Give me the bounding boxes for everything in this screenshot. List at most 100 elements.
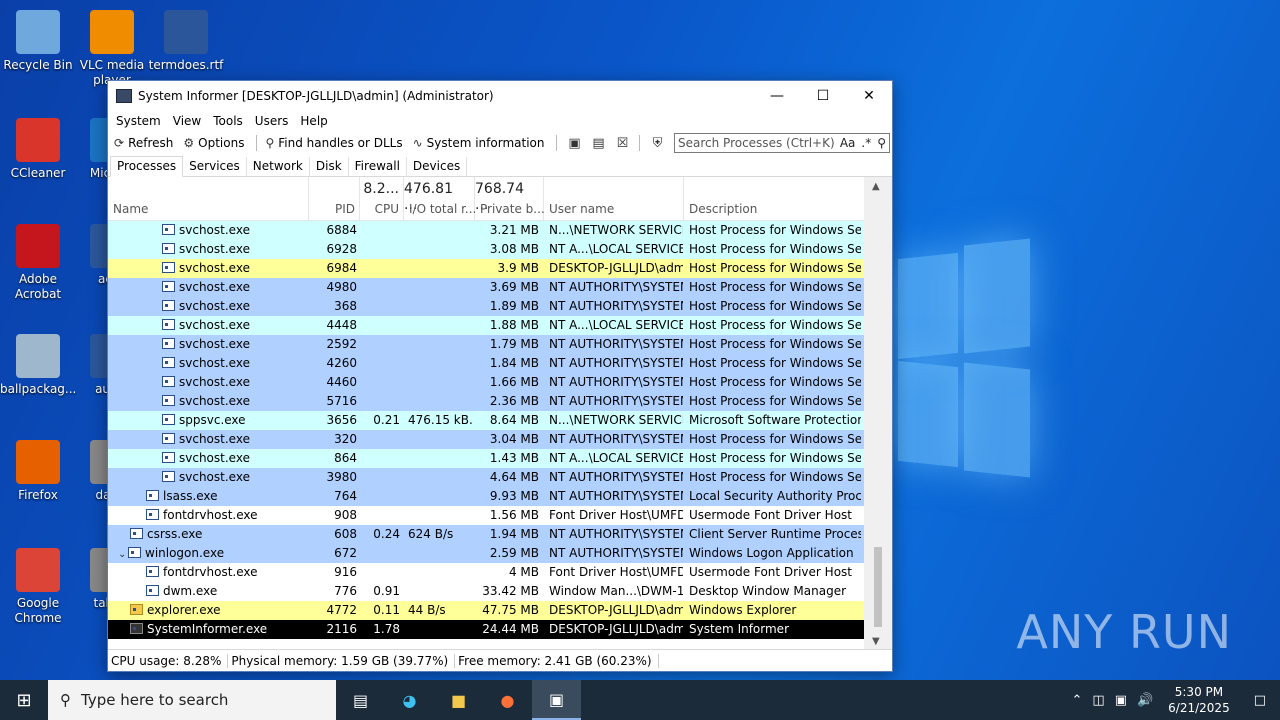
process-row[interactable]: csrss.exe 608 0.24 624 B/s 1.94 MB NT AUTHORI… [108,525,864,544]
process-row[interactable]: svchost.exe 864 1.43 MB NT A...\LOCAL SERVI… [108,449,864,468]
search-processes-input[interactable]: Search Processes (Ctrl+K) Aa .* ⚲ [674,133,890,153]
process-row[interactable]: svchost.exe 4460 1.66 MB NT AUTHORITY\SYSTE… [108,373,864,392]
tab-disk[interactable]: Disk [310,157,349,176]
clock[interactable]: 5:30 PM 6/21/2025 [1158,684,1240,716]
vertical-scrollbar[interactable]: ▲ ▼ [864,177,892,651]
process-tree[interactable]: Name PID 8.2... CPU 476.81 ... I/O total r… [108,177,864,651]
file-explorer-taskbar-icon[interactable]: ■ [434,680,483,720]
scroll-down-icon[interactable]: ▼ [872,636,880,647]
taskbar-search-box[interactable]: ⚲ Type here to search [48,680,336,720]
column-cpu[interactable]: 8.2... CPU [360,177,404,221]
column-pid[interactable]: PID [309,177,360,221]
process-name: svchost.exe [179,280,250,294]
desktop-icon[interactable]: Adobe Acrobat [0,224,76,302]
process-name-cell: svchost.exe [108,449,309,468]
desktop-icon[interactable]: ballpackag... [0,334,76,397]
desktop-icon[interactable]: CCleaner [0,118,76,181]
volume-icon[interactable]: 🔊 [1132,693,1158,708]
process-row[interactable]: svchost.exe 4980 3.69 MB NT AUTHORITY\SYSTE… [108,278,864,297]
process-name: explorer.exe [147,603,221,617]
device-icon[interactable]: ◫ [1087,693,1109,708]
minimize-button[interactable]: — [754,81,800,111]
desktop-icon[interactable]: Google Chrome [0,548,76,626]
start-button[interactable]: ⊞ [0,680,48,720]
process-row[interactable]: svchost.exe 6884 3.21 MB N...\NETWORK SERVI… [108,221,864,240]
desktop-icon[interactable]: Recycle Bin [0,10,76,73]
process-name: sppsvc.exe [179,413,246,427]
process-user-cell: Font Driver Host\UMFD- [549,565,683,579]
process-cpu-cell [360,563,400,582]
desktop-icon[interactable]: termdoes.rtf [148,10,224,73]
column-user-name[interactable]: User name [544,177,684,221]
menu-users[interactable]: Users [249,114,295,128]
process-row[interactable]: svchost.exe 368 1.89 MB NT AUTHORITY\SYSTEM… [108,297,864,316]
task-view-button[interactable]: ▤ [336,680,385,720]
process-row[interactable]: svchost.exe 320 3.04 MB NT AUTHORITY\SYSTEM… [108,430,864,449]
process-row[interactable]: svchost.exe 6984 3.9 MB DESKTOP-JGLLJLD\adm… [108,259,864,278]
process-row[interactable]: lsass.exe 764 9.93 MB NT AUTHORITY\SYSTEM Lo… [108,487,864,506]
regex-toggle[interactable]: .* [858,136,874,150]
desktop-icon[interactable]: VLC media player [74,10,150,88]
network-icon[interactable]: ▣ [1110,693,1132,708]
notifications-icon[interactable]: □ [1240,693,1280,708]
process-cpu-cell: 0.11 [373,603,400,617]
scroll-thumb[interactable] [874,547,882,627]
window-icon[interactable]: ▣ [563,136,585,151]
process-row[interactable]: svchost.exe 3980 4.64 MB NT AUTHORITY\SYSTE… [108,468,864,487]
process-row[interactable]: svchost.exe 5716 2.36 MB NT AUTHORITY\SYSTE… [108,392,864,411]
process-name: svchost.exe [179,394,250,408]
chevron-up-icon[interactable]: ⌃ [1066,693,1087,708]
menu-system[interactable]: System [110,114,167,128]
process-row[interactable]: svchost.exe 4448 1.88 MB NT A...\LOCAL SERV… [108,316,864,335]
process-row[interactable]: SystemInformer.exe 2116 1.78 24.44 MB DESKTO… [108,620,864,639]
process-pid-cell: 2116 [326,622,357,636]
column-user-label: User name [549,202,615,216]
process-row[interactable]: sppsvc.exe 3656 0.21 476.15 kB... 8.64 MB N..… [108,411,864,430]
tab-processes[interactable]: Processes [110,156,184,177]
system-informer-taskbar-icon[interactable]: ▣ [532,680,581,720]
menu-help[interactable]: Help [294,114,333,128]
menu-view[interactable]: View [167,114,207,128]
process-row[interactable]: fontdrvhost.exe 916 4 MB Font Driver Host\U… [108,563,864,582]
shield-icon[interactable]: ⛨ [646,136,668,151]
firefox-taskbar-icon[interactable]: ● [483,680,532,720]
title-bar[interactable]: System Informer [DESKTOP-JGLLJLD\admin] … [108,81,892,111]
options-button[interactable]: ⚙ Options [181,136,250,150]
desktop-icon-label: Google Chrome [14,596,62,625]
process-desc-cell: Local Security Authority Proce... [689,489,861,503]
match-case-toggle[interactable]: Aa [837,136,859,150]
process-row[interactable]: fontdrvhost.exe 908 1.56 MB Font Driver Hos… [108,506,864,525]
process-row[interactable]: svchost.exe 6928 3.08 MB NT A...\LOCAL SERV… [108,240,864,259]
menu-tools[interactable]: Tools [207,114,249,128]
process-row[interactable]: svchost.exe 2592 1.79 MB NT AUTHORITY\SYSTE… [108,335,864,354]
find-handles-button[interactable]: ⚲ Find handles or DLLs [263,136,408,150]
process-row[interactable]: svchost.exe 4260 1.84 MB NT AUTHORITY\SYSTE… [108,354,864,373]
system-information-button[interactable]: ∿ System information [411,136,551,150]
toolbar-separator [556,135,558,151]
column-name[interactable]: Name [108,177,309,221]
desktop-icon[interactable]: Firefox [0,440,76,503]
edge-taskbar-icon[interactable]: ◕ [385,680,434,720]
search-icon[interactable]: ⚲ [874,136,889,150]
tab-services[interactable]: Services [183,157,247,176]
close-button[interactable]: ✕ [846,81,892,111]
terminate-icon[interactable]: ☒ [611,136,633,151]
process-row[interactable]: explorer.exe 4772 0.11 44 B/s 47.75 MB DESKTO… [108,601,864,620]
scroll-up-icon[interactable]: ▲ [872,181,880,192]
tab-devices[interactable]: Devices [407,157,468,176]
system-informer-window[interactable]: System Informer [DESKTOP-JGLLJLD\admin] … [107,80,893,672]
process-user-cell: N...\NETWORK SERVICE [549,223,683,237]
process-cpu-cell [360,240,400,259]
tab-firewall[interactable]: Firewall [349,157,407,176]
process-row[interactable]: ⌄ winlogon.exe 672 2.59 MB NT AUTHORITY\SYST… [108,544,864,563]
column-private-bytes[interactable]: 768.74 ... Private b... [475,177,545,221]
process-desc-cell: Host Process for Windows Ser... [689,242,861,256]
refresh-button[interactable]: ⟳ Refresh [112,136,179,150]
tab-network[interactable]: Network [247,157,310,176]
column-description[interactable]: Description [684,177,864,221]
process-row[interactable]: dwm.exe 776 0.91 33.42 MB Window Man...\DWM-… [108,582,864,601]
column-io[interactable]: 476.81 ... I/O total r... [404,177,476,221]
collapse-chevron-icon[interactable]: ⌄ [118,545,128,563]
find-window-icon[interactable]: ▤ [587,136,609,151]
maximize-button[interactable]: ☐ [800,81,846,111]
